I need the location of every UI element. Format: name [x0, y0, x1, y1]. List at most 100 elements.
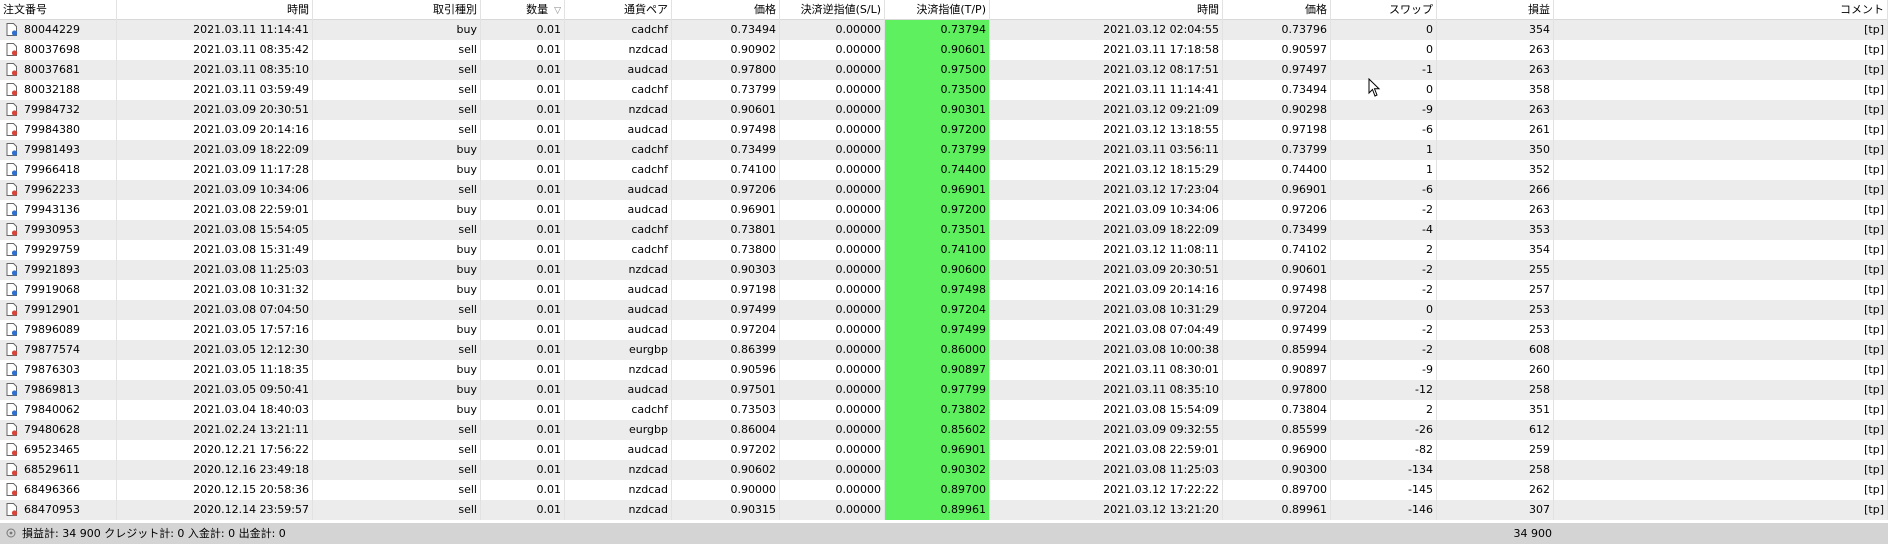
table-row[interactable]: 79869813 2021.03.05 09:50:41 buy 0.01 audcad… — [0, 380, 1888, 400]
order-document-icon — [6, 203, 18, 216]
cell-close-time: 2021.03.09 20:30:51 — [990, 260, 1223, 280]
table-row[interactable]: 79962233 2021.03.09 10:34:06 sell 0.01 audca… — [0, 180, 1888, 200]
table-row[interactable]: 79919068 2021.03.08 10:31:32 buy 0.01 audcad… — [0, 280, 1888, 300]
table-row[interactable]: 79912901 2021.03.08 07:04:50 sell 0.01 audca… — [0, 300, 1888, 320]
table-row[interactable]: 79943136 2021.03.08 22:59:01 buy 0.01 audcad… — [0, 200, 1888, 220]
header-open-time[interactable]: 時間 — [117, 0, 313, 20]
cell-close-price: 0.97204 — [1223, 300, 1331, 320]
table-row[interactable]: 79984732 2021.03.09 20:30:51 sell 0.01 nzdca… — [0, 100, 1888, 120]
cell-trade-type: sell — [313, 180, 481, 200]
table-row[interactable]: 80032188 2021.03.11 03:59:49 sell 0.01 cadch… — [0, 80, 1888, 100]
cell-volume: 0.01 — [481, 440, 565, 460]
cell-open-price: 0.97198 — [672, 280, 780, 300]
cell-take-profit: 0.90600 — [885, 260, 990, 280]
table-row[interactable]: 68496366 2020.12.15 20:58:36 sell 0.01 nzdca… — [0, 480, 1888, 500]
header-label: 注文番号 — [3, 3, 47, 16]
cell-trade-type: sell — [313, 100, 481, 120]
cell-profit: 258 — [1437, 380, 1554, 400]
table-row[interactable]: 79984380 2021.03.09 20:14:16 sell 0.01 audca… — [0, 120, 1888, 140]
header-volume[interactable]: 数量 ▽ — [481, 0, 565, 20]
cell-swap: -1 — [1331, 60, 1437, 80]
order-document-icon — [6, 63, 18, 76]
table-row[interactable]: 79921893 2021.03.08 11:25:03 buy 0.01 nzdcad… — [0, 260, 1888, 280]
cell-profit: 263 — [1437, 60, 1554, 80]
cell-volume: 0.01 — [481, 360, 565, 380]
table-row[interactable]: 79981493 2021.03.09 18:22:09 buy 0.01 cadchf… — [0, 140, 1888, 160]
summary-circle-icon — [6, 528, 16, 538]
cell-close-time: 2021.03.12 17:22:22 — [990, 480, 1223, 500]
cell-profit: 263 — [1437, 40, 1554, 60]
table-row[interactable]: 79480628 2021.02.24 13:21:11 sell 0.01 eurgb… — [0, 420, 1888, 440]
table-row[interactable]: 79929759 2021.03.08 15:31:49 buy 0.01 cadchf… — [0, 240, 1888, 260]
order-number-text: 79480628 — [24, 423, 80, 436]
cell-swap: -2 — [1331, 320, 1437, 340]
cell-open-time: 2021.03.09 18:22:09 — [117, 140, 313, 160]
cell-trade-type: buy — [313, 280, 481, 300]
order-document-icon — [6, 23, 18, 36]
cell-close-price: 0.73804 — [1223, 400, 1331, 420]
cell-order-number: 80037698 — [0, 40, 117, 60]
cell-comment: [tp] — [1554, 340, 1888, 360]
cell-close-price: 0.97498 — [1223, 280, 1331, 300]
cell-comment: [tp] — [1554, 400, 1888, 420]
table-row[interactable]: 79840062 2021.03.04 18:40:03 buy 0.01 cadchf… — [0, 400, 1888, 420]
table-row[interactable]: 79877574 2021.03.05 12:12:30 sell 0.01 eurgb… — [0, 340, 1888, 360]
header-symbol[interactable]: 通貨ペア — [565, 0, 672, 20]
table-row[interactable]: 79966418 2021.03.09 11:17:28 buy 0.01 cadchf… — [0, 160, 1888, 180]
header-swap[interactable]: スワップ — [1331, 0, 1437, 20]
order-number-text: 68496366 — [24, 483, 80, 496]
table-row[interactable]: 79896089 2021.03.05 17:57:16 buy 0.01 audcad… — [0, 320, 1888, 340]
header-profit[interactable]: 損益 — [1437, 0, 1554, 20]
cell-order-number: 79869813 — [0, 380, 117, 400]
header-open-price[interactable]: 価格 — [672, 0, 780, 20]
cell-open-time: 2021.03.11 08:35:10 — [117, 60, 313, 80]
header-comment[interactable]: コメント — [1554, 0, 1888, 20]
cell-volume: 0.01 — [481, 260, 565, 280]
cell-profit: 257 — [1437, 280, 1554, 300]
cell-close-price: 0.90298 — [1223, 100, 1331, 120]
cell-trade-type: sell — [313, 80, 481, 100]
cell-symbol: eurgbp — [565, 340, 672, 360]
cell-close-time: 2021.03.11 11:14:41 — [990, 80, 1223, 100]
cell-volume: 0.01 — [481, 100, 565, 120]
order-number-text: 79840062 — [24, 403, 80, 416]
cell-open-time: 2021.03.08 15:54:05 — [117, 220, 313, 240]
table-row[interactable]: 79930953 2021.03.08 15:54:05 sell 0.01 cadch… — [0, 220, 1888, 240]
cell-open-price: 0.97499 — [672, 300, 780, 320]
table-row[interactable]: 80044229 2021.03.11 11:14:41 buy 0.01 cadchf… — [0, 20, 1888, 40]
cell-stop-loss: 0.00000 — [780, 80, 885, 100]
cell-close-price: 0.73799 — [1223, 140, 1331, 160]
header-trade-type[interactable]: 取引種別 — [313, 0, 481, 20]
table-row[interactable]: 80037681 2021.03.11 08:35:10 sell 0.01 audca… — [0, 60, 1888, 80]
order-document-icon — [6, 243, 18, 256]
table-row[interactable]: 80037698 2021.03.11 08:35:42 sell 0.01 nzdca… — [0, 40, 1888, 60]
cell-close-time: 2021.03.12 02:04:55 — [990, 20, 1223, 40]
cell-open-time: 2021.03.08 10:31:32 — [117, 280, 313, 300]
header-take-profit[interactable]: 決済指値(T/P) — [885, 0, 990, 20]
cell-comment: [tp] — [1554, 100, 1888, 120]
table-row[interactable]: 79876303 2021.03.05 11:18:35 buy 0.01 nzdcad… — [0, 360, 1888, 380]
header-close-time[interactable]: 時間 — [990, 0, 1223, 20]
cell-trade-type: buy — [313, 20, 481, 40]
cell-close-time: 2021.03.12 13:21:20 — [990, 500, 1223, 520]
cell-stop-loss: 0.00000 — [780, 300, 885, 320]
cell-symbol: audcad — [565, 120, 672, 140]
header-stop-loss[interactable]: 決済逆指値(S/L) — [780, 0, 885, 20]
cell-symbol: audcad — [565, 440, 672, 460]
cell-open-time: 2021.03.05 12:12:30 — [117, 340, 313, 360]
table-row[interactable]: 69523465 2020.12.21 17:56:22 sell 0.01 audca… — [0, 440, 1888, 460]
cell-symbol: nzdcad — [565, 360, 672, 380]
table-row[interactable]: 68529611 2020.12.16 23:49:18 sell 0.01 nzdca… — [0, 460, 1888, 480]
header-close-price[interactable]: 価格 — [1223, 0, 1331, 20]
cell-order-number: 79876303 — [0, 360, 117, 380]
sort-descending-icon[interactable]: ▽ — [554, 6, 561, 16]
table-row[interactable]: 68470953 2020.12.14 23:59:57 sell 0.01 nzdca… — [0, 500, 1888, 520]
cell-open-price: 0.97206 — [672, 180, 780, 200]
cell-stop-loss: 0.00000 — [780, 60, 885, 80]
order-number-text: 79869813 — [24, 383, 80, 396]
cell-open-price: 0.73801 — [672, 220, 780, 240]
cell-swap: -6 — [1331, 120, 1437, 140]
order-document-icon — [6, 43, 18, 56]
header-order-number[interactable]: 注文番号 — [0, 0, 117, 20]
order-number-text: 79930953 — [24, 223, 80, 236]
